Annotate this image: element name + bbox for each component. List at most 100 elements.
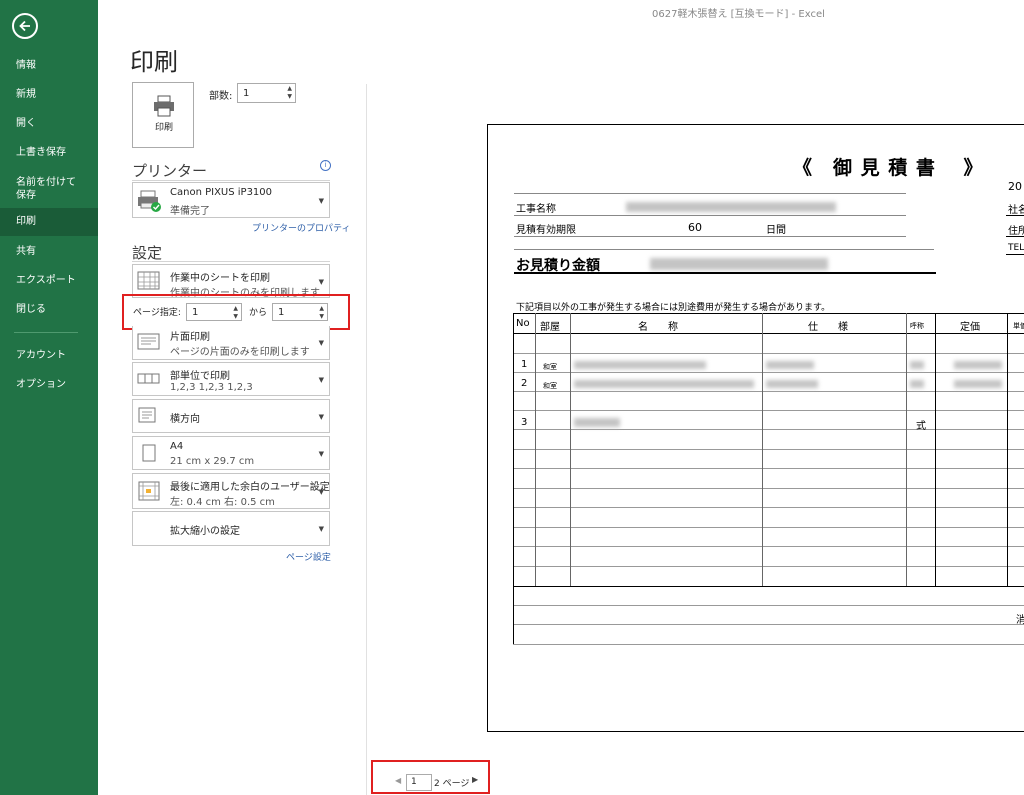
nav-close[interactable]: 閉じる <box>0 303 98 316</box>
row-room: 和室 <box>543 382 557 390</box>
printer-dropdown[interactable]: Canon PIXUS iP3100 準備完了 ▼ <box>132 182 330 218</box>
row-room: 和室 <box>543 363 557 371</box>
rule <box>1006 236 1024 237</box>
table-left-border <box>513 313 514 644</box>
table-rule <box>513 449 1024 450</box>
col-header: No <box>516 318 530 329</box>
table-top-border <box>513 313 1024 314</box>
redacted-cell <box>574 380 754 388</box>
nav-new[interactable]: 新規 <box>0 88 98 101</box>
printer-properties-link[interactable]: プリンターのプロパティ <box>252 221 350 234</box>
page-navigator: ◀ 1 2 ページ ▶ <box>371 760 490 794</box>
orientation-title: 横方向 <box>170 414 200 425</box>
margins-icon <box>138 481 160 501</box>
table-rule <box>513 507 1024 508</box>
table-rule <box>513 605 1024 606</box>
settings-heading-line <box>132 261 330 262</box>
paper-size-dropdown[interactable]: A4 21 cm x 29.7 cm ▼ <box>132 436 330 470</box>
nav-save-as[interactable]: 名前を付けて 保存 <box>0 176 98 202</box>
row-no: 3 <box>521 417 528 428</box>
orientation-dropdown[interactable]: 横方向 ▼ <box>132 399 330 433</box>
col-header: 定価 <box>960 322 980 333</box>
row-no: 1 <box>521 359 528 370</box>
print-button[interactable]: 印刷 <box>132 82 194 148</box>
redacted-cell <box>574 418 620 427</box>
chevron-down-icon: ▼ <box>318 197 324 205</box>
info-icon[interactable]: i <box>320 160 331 171</box>
backstage-sidebar: 情報 新規 開く 上書き保存 名前を付けて 保存 印刷 共有 エクスポート 閉じ… <box>0 0 98 795</box>
settings-heading: 設定 <box>132 244 163 262</box>
printer-name: Canon PIXUS iP3100 <box>170 187 273 198</box>
scaling-dropdown[interactable]: 拡大縮小の設定 ▼ <box>132 511 330 546</box>
print-scope-title: 作業中のシートを印刷 <box>170 273 270 284</box>
current-page-input[interactable]: 1 <box>406 774 432 791</box>
back-button[interactable] <box>12 13 38 39</box>
nav-save-as-line1: 名前を付けて <box>16 177 76 188</box>
rule <box>514 249 934 250</box>
col-header: 呼称 <box>910 322 924 330</box>
chevron-down-icon: ▼ <box>318 278 324 286</box>
sides-title: 片面印刷 <box>170 332 210 343</box>
printer-status: 準備完了 <box>170 206 210 217</box>
window-title: 0627軽木張替え [互換モード] - Excel <box>652 9 825 20</box>
table-rule <box>513 527 1024 528</box>
validity-label: 見積有効期限 <box>516 225 576 236</box>
print-button-label: 印刷 <box>154 123 173 133</box>
table-rule <box>513 624 1024 625</box>
collate-icon <box>137 373 160 384</box>
table-rule <box>513 410 1024 411</box>
doc-date-partial: 20 <box>1008 180 1022 193</box>
nav-export[interactable]: エクスポート <box>0 274 98 287</box>
landscape-icon <box>138 407 156 423</box>
chevron-down-icon: ▼ <box>318 413 324 421</box>
doc-title: 《 御 見 積 書 》 <box>793 157 984 179</box>
table-col-rule <box>762 313 763 586</box>
validity-unit: 日間 <box>766 225 786 236</box>
nav-save[interactable]: 上書き保存 <box>0 146 98 159</box>
nav-info[interactable]: 情報 <box>0 59 98 72</box>
collate-desc: 1,2,3 1,2,3 1,2,3 <box>170 382 253 393</box>
redacted-cell <box>766 380 818 388</box>
table-col-rule <box>906 313 907 586</box>
table-col-rule <box>570 313 571 586</box>
chevron-down-icon: ▼ <box>318 339 324 347</box>
redacted-cell <box>954 380 1002 388</box>
sides-dropdown[interactable]: 片面印刷 ページの片面のみを印刷します ▼ <box>132 326 330 360</box>
table-rule <box>513 372 1024 373</box>
nav-open[interactable]: 開く <box>0 117 98 130</box>
page-setup-link[interactable]: ページ設定 <box>286 550 331 563</box>
redacted-cell <box>574 361 706 369</box>
stepper-arrows-icon[interactable]: ▲ ▼ <box>287 85 292 101</box>
redacted-cell <box>766 361 814 369</box>
doc-address-partial: 住所 <box>1008 226 1024 237</box>
printer-heading-line <box>132 180 330 181</box>
print-scope-dropdown[interactable]: 作業中のシートを印刷 作業中のシートのみを印刷します ▼ <box>132 264 330 299</box>
table-rule <box>513 353 1024 354</box>
margins-title: 最後に適用した余白のユーザー設定 <box>170 482 330 493</box>
col-header: 単価 <box>1013 322 1024 330</box>
rule <box>514 193 906 194</box>
rule <box>1006 254 1024 255</box>
nav-options[interactable]: オプション <box>0 378 98 391</box>
collate-dropdown[interactable]: 部単位で印刷 1,2,3 1,2,3 1,2,3 ▼ <box>132 362 330 396</box>
copies-label: 部数: <box>209 91 233 102</box>
prev-page-icon[interactable]: ◀ <box>395 776 401 785</box>
table-col-rule <box>935 313 936 586</box>
nav-divider <box>14 332 78 333</box>
row-no: 2 <box>521 378 528 389</box>
col-header: 仕 様 <box>808 322 848 333</box>
doc-note: 下記項目以外の工事が発生する場合には別途費用が発生する場合があります。 <box>516 303 831 313</box>
table-col-rule <box>1007 313 1008 586</box>
rule <box>514 215 906 216</box>
printer-heading: プリンター <box>132 162 208 180</box>
margins-dropdown[interactable]: 最後に適用した余白のユーザー設定 左: 0.4 cm 右: 0.5 cm ▼ <box>132 473 330 509</box>
next-page-icon[interactable]: ▶ <box>472 775 478 784</box>
printer-icon <box>154 95 174 117</box>
nav-share[interactable]: 共有 <box>0 245 98 258</box>
nav-account[interactable]: アカウント <box>0 349 98 362</box>
copies-stepper[interactable]: 1 ▲ ▼ <box>237 83 296 103</box>
chevron-down-icon: ▼ <box>318 525 324 533</box>
nav-print[interactable]: 印刷 <box>0 208 98 236</box>
table-rule <box>513 586 1024 587</box>
margins-desc: 左: 0.4 cm 右: 0.5 cm <box>170 497 275 508</box>
